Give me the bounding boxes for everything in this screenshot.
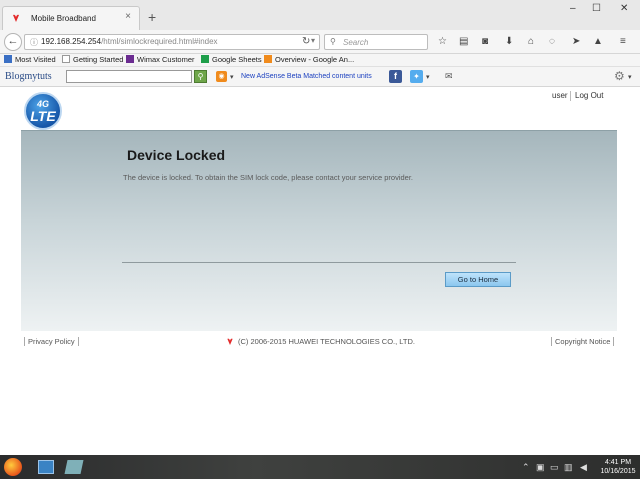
firefox-icon[interactable]	[4, 458, 22, 476]
action-center-icon[interactable]: ▣	[536, 462, 545, 473]
extension-icon[interactable]: ▲	[593, 36, 603, 48]
send-icon[interactable]: ➤	[572, 36, 580, 48]
logout-link[interactable]: Log Out	[575, 91, 603, 100]
bookmarks-bar: Most Visited Getting Started Wimax Custo…	[0, 54, 640, 67]
blog-search-input[interactable]	[66, 70, 192, 83]
url-dropdown-icon[interactable]: ▾	[311, 36, 315, 45]
browser-tab[interactable]: Mobile Broadband ×	[2, 6, 140, 30]
most-visited-icon	[4, 55, 12, 63]
url-path: /html/simlockrequired.html#index	[101, 37, 218, 46]
analytics-icon	[264, 55, 272, 63]
home-icon[interactable]: ⌂	[528, 36, 534, 48]
reading-list-icon[interactable]: ▤	[459, 36, 468, 48]
close-tab-icon[interactable]: ×	[125, 11, 131, 22]
search-icon: ⚲	[330, 37, 336, 46]
remote-desktop-icon[interactable]	[38, 460, 54, 474]
facebook-icon[interactable]: f	[389, 70, 402, 83]
page-title: Device Locked	[127, 147, 226, 163]
battery-icon[interactable]: ▭	[550, 462, 559, 473]
bookmark-star-icon[interactable]: ☆	[438, 36, 447, 48]
page-icon	[62, 55, 70, 63]
rss-dropdown-icon[interactable]: ▾	[230, 72, 234, 84]
url-host: 192.168.254.254	[41, 37, 102, 46]
gear-dropdown-icon[interactable]: ▾	[628, 72, 632, 84]
bookmark-google-sheets[interactable]: Google Sheets	[201, 55, 262, 64]
divider	[122, 262, 516, 263]
twitter-icon[interactable]: ✦	[410, 70, 423, 83]
url-text: 192.168.254.254/html/simlockrequired.htm…	[41, 37, 218, 46]
huawei-icon	[13, 14, 19, 22]
search-placeholder: Search	[343, 38, 369, 47]
copyright-notice-link[interactable]: Copyright Notice	[551, 337, 615, 346]
twitter-dropdown-icon[interactable]: ▾	[426, 72, 430, 84]
reload-icon[interactable]: ↻	[302, 36, 310, 47]
navigation-toolbar: ← ⓘ 192.168.254.254/html/simlockrequired…	[0, 30, 640, 54]
maximize-button[interactable]: ☐	[592, 3, 601, 14]
lock-message: The device is locked. To obtain the SIM …	[123, 173, 414, 182]
header-divider	[570, 91, 571, 101]
menu-icon[interactable]: ≡	[620, 36, 626, 48]
chat-icon[interactable]: ◌	[549, 36, 555, 48]
new-tab-button[interactable]: +	[148, 10, 156, 24]
bookmark-getting-started[interactable]: Getting Started	[62, 55, 123, 64]
clock-date: 10/16/2015	[600, 468, 636, 475]
address-bar[interactable]: ⓘ 192.168.254.254/html/simlockrequired.h…	[24, 34, 320, 50]
back-button[interactable]: ←	[4, 33, 22, 51]
gear-icon[interactable]: ⚙	[614, 69, 625, 83]
lte-logo: 4G LTE	[24, 92, 62, 130]
sheets-icon	[201, 55, 209, 63]
bookmark-most-visited[interactable]: Most Visited	[4, 55, 56, 64]
huawei-icon	[227, 338, 233, 345]
pocket-icon[interactable]: ◙	[482, 36, 488, 48]
close-window-button[interactable]: ✕	[620, 3, 628, 14]
network-icon[interactable]: ▥	[564, 462, 573, 473]
gmail-icon[interactable]: ✉	[445, 71, 453, 82]
tab-title: Mobile Broadband	[31, 14, 96, 23]
go-to-home-button[interactable]: Go to Home	[445, 272, 511, 287]
bookmark-wimax-customer[interactable]: Wimax Customer	[126, 55, 195, 64]
blog-logo[interactable]: Blogmytuts	[5, 71, 52, 82]
taskbar: ⌃ ▣ ▭ ▥ ◀ 4:41 PM 10/16/2015	[0, 455, 640, 479]
blog-search-button[interactable]: ⚲	[194, 70, 207, 83]
clock[interactable]: 4:41 PM 10/16/2015	[598, 458, 638, 476]
copyright-text: (C) 2006-2015 HUAWEI TECHNOLOGIES CO., L…	[225, 337, 415, 346]
tab-bar: Mobile Broadband × + – ☐ ✕	[0, 0, 640, 30]
bookmark-google-analytics[interactable]: Overview - Google An...	[264, 55, 354, 64]
page-content: 4G LTE user Log Out Device Locked The de…	[0, 87, 640, 455]
privacy-policy-link[interactable]: Privacy Policy	[24, 337, 79, 346]
footer: Privacy Policy (C) 2006-2015 HUAWEI TECH…	[0, 337, 640, 351]
wimax-icon	[126, 55, 134, 63]
info-icon[interactable]: ⓘ	[30, 37, 38, 48]
user-link[interactable]: user	[552, 91, 568, 100]
clock-time: 4:41 PM	[604, 459, 632, 466]
blog-news-link[interactable]: New AdSense Beta Matched content units	[241, 73, 372, 80]
tray-expand-icon[interactable]: ⌃	[522, 462, 530, 473]
minimize-button[interactable]: –	[570, 3, 576, 14]
download-icon[interactable]: ⬇	[505, 36, 513, 48]
rss-icon[interactable]: ◉	[216, 71, 227, 82]
app-icon[interactable]	[64, 460, 84, 474]
search-bar[interactable]: ⚲ Search	[324, 34, 428, 50]
volume-icon[interactable]: ◀	[580, 462, 587, 473]
logo-lte: LTE	[30, 108, 56, 124]
device-locked-panel: Device Locked The device is locked. To o…	[21, 130, 617, 331]
blog-toolbar: Blogmytuts ⚲ ◉ ▾ New AdSense Beta Matche…	[0, 67, 640, 87]
